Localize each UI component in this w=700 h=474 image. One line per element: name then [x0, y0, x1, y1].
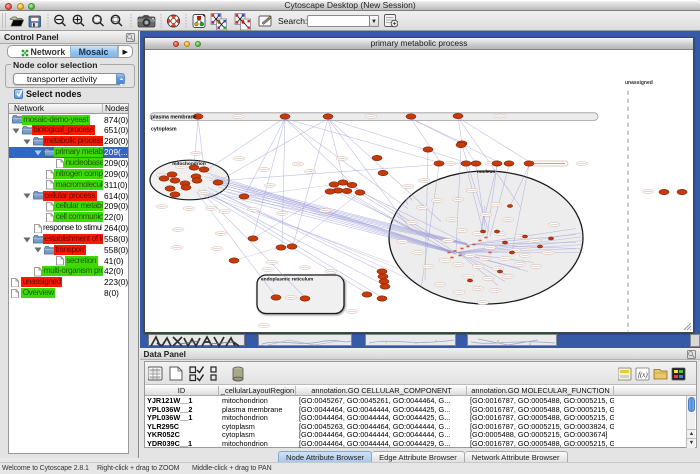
svg-text:plasma membrane: plasma membrane — [151, 114, 197, 120]
svg-text:unassigned: unassigned — [625, 80, 653, 86]
svg-text:f(x): f(x) — [638, 371, 648, 379]
svg-text:cytoplasm: cytoplasm — [151, 126, 177, 132]
svg-text:mitochondrion: mitochondrion — [172, 161, 206, 167]
svg-text:nucleus: nucleus — [477, 169, 495, 175]
svg-text:endoplasmic reticulum: endoplasmic reticulum — [261, 276, 313, 282]
